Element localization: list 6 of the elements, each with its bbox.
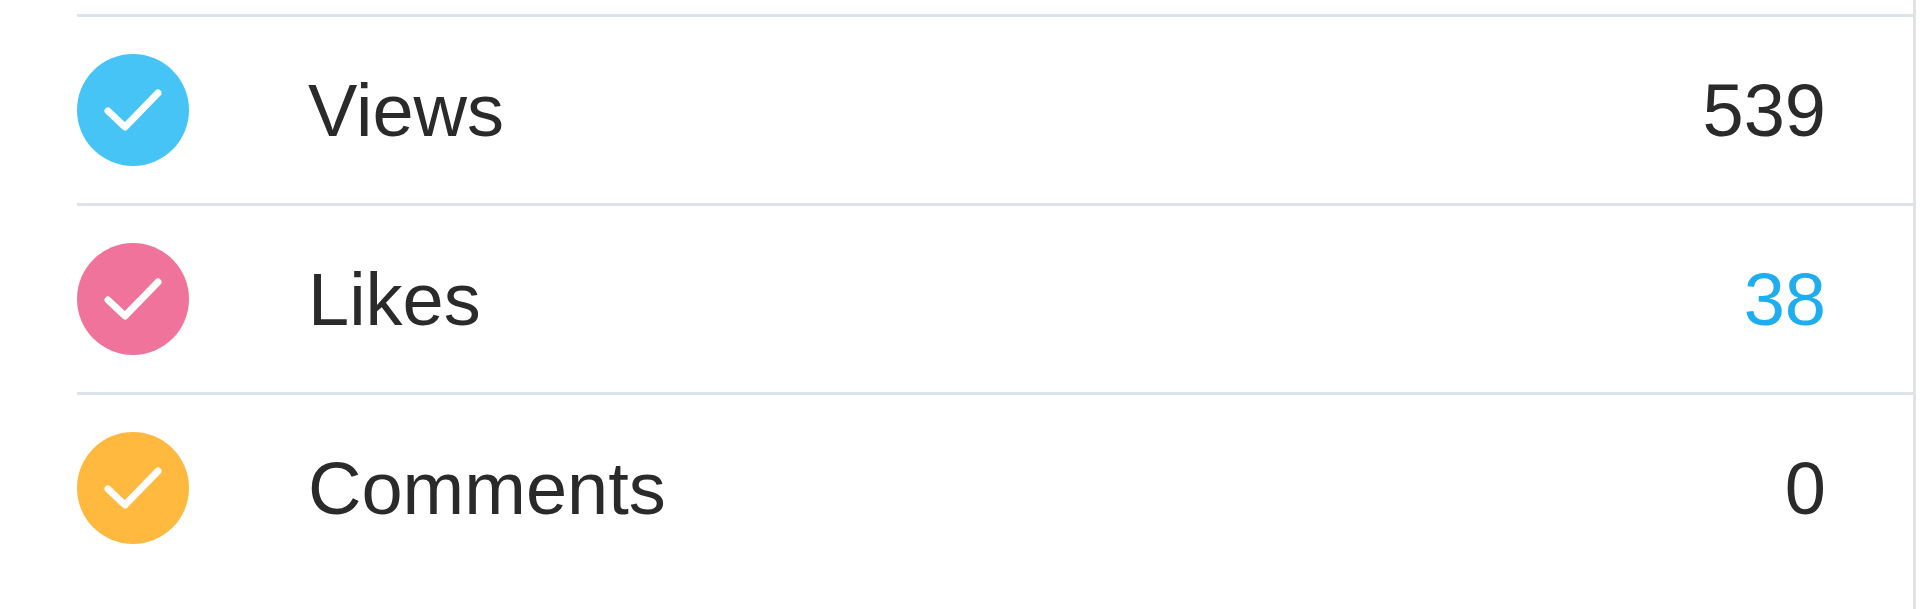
stat-value: 38 — [1743, 256, 1826, 342]
stat-value: 539 — [1702, 67, 1826, 153]
stat-label: Comments — [308, 445, 666, 531]
stat-label: Views — [308, 67, 505, 153]
stat-value: 0 — [1784, 445, 1826, 531]
stat-label: Likes — [308, 256, 481, 342]
